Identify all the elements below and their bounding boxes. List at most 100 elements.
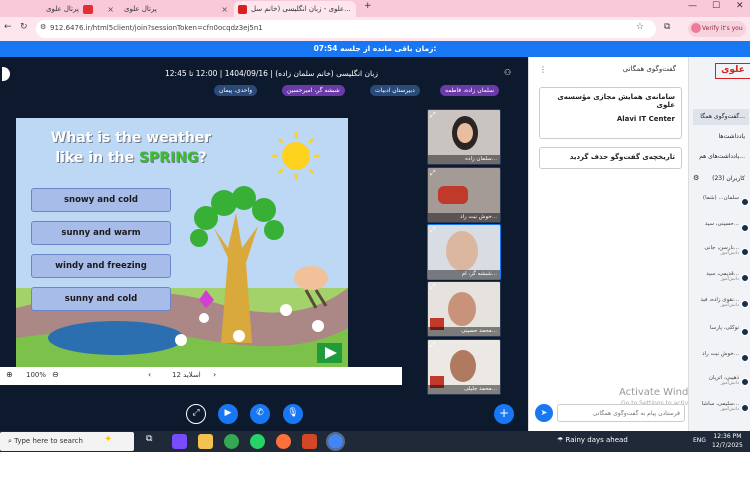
close-icon[interactable]: × [355,5,356,14]
video-tile[interactable]: ⤢ خوش نیت راد... [427,167,501,223]
camera-button[interactable]: ▶ [218,404,238,424]
user-item[interactable]: خوش نیت راد... [693,351,749,373]
timer-value: 07:54 [313,44,338,53]
extensions-icon[interactable]: ⧉ [664,22,670,32]
video-tile[interactable]: ⤢ سلمان زاده... [427,109,501,165]
video-tile[interactable]: ⤢ محمد حسینی... [427,281,501,337]
user-role: دانش‌آموز [720,407,739,412]
browser-tab[interactable]: پرتال علوی × [120,1,232,17]
video-tile[interactable]: ⤢ محمد جلیلی... [427,339,501,395]
verify-button[interactable]: Verify it's you [688,21,746,37]
user-name: توکلی، پارسا [709,325,739,331]
user-item[interactable]: سلمان... (شما) [693,195,749,217]
slide-toolbar: ⊕ 100% ⊖ ‹ اسلاید 12 › [0,367,402,385]
browser-tab-active[interactable]: علوی - زبان انگلیسی (خانم سل... × [234,1,356,17]
prev-slide-icon[interactable]: › [213,370,216,379]
answer-option[interactable]: windy and freezing [31,254,171,278]
new-tab-button[interactable]: + [364,1,372,11]
user-item[interactable]: ذهیبی، آتریان دانش‌آموز [693,375,749,397]
actions-button[interactable]: + [494,404,514,424]
site-info-icon[interactable]: ⚙ [40,23,46,31]
shared-notes-item[interactable]: یادداشت‌های هم... [693,153,749,160]
user-name: حسینی، سید... [704,221,739,227]
answer-option[interactable]: sunny and cold [31,287,171,311]
welcome-text: Alavi IT Center [616,115,675,123]
send-button[interactable]: ➤ [535,404,553,422]
powerpoint-icon[interactable] [302,434,317,449]
notes-item[interactable]: یادداشت‌ها [693,133,749,140]
microphone-button[interactable]: 🎙 [283,404,303,424]
refresh-icon[interactable]: ↻ [20,22,28,32]
phone-button[interactable]: ✆ [250,404,270,424]
user-role: دانش‌آموز [720,251,739,256]
firefox-icon[interactable] [276,434,291,449]
language-indicator[interactable]: ENG [693,437,706,444]
user-item[interactable]: بارسن، جانی... دانش‌آموز [693,245,749,267]
close-icon[interactable]: × [221,5,228,14]
clock[interactable]: 12:36 PM 12/7/2025 [712,432,743,450]
slide-title-line: like in the [55,150,139,166]
whatsapp-icon[interactable] [250,434,265,449]
expand-icon[interactable]: ⤢ [430,283,436,292]
tab-title: علوی - زبان انگلیسی (خانم سل... [251,5,351,13]
users-panel: علوی گفت‌وگوی همگا... یادداشت‌ها یادداشت… [688,57,750,431]
user-item[interactable]: توکلی، پارسا [693,325,749,347]
avatar [741,378,749,386]
public-chat-item[interactable]: گفت‌وگوی همگا... [693,109,749,125]
file-explorer-icon[interactable] [198,434,213,449]
answer-option[interactable]: snowy and cold [31,188,171,212]
avatar [741,328,749,336]
weather-widget[interactable]: ☂ Rainy days ahead [557,436,628,444]
zoom-in-icon[interactable]: ⊕ [6,370,13,379]
url-input[interactable]: ⚙ 912.6476.ir/html5client/join?sessionTo… [36,20,656,38]
browser-tab[interactable]: پرتال علوی × [42,1,118,17]
url-text: 912.6476.ir/html5client/join?sessionToke… [50,24,263,32]
alavi-logo: علوی [715,63,750,79]
user-role: دانش‌آموز [720,381,739,386]
user-item[interactable]: سلیمی، ساشا... دانش‌آموز [693,401,749,423]
avatar [741,300,749,308]
expand-icon[interactable]: ⤢ [430,169,436,178]
slide-select[interactable]: اسلاید 12 [172,371,201,379]
camera-icon: ▶ [224,408,232,418]
participant-name: شبشه گر، ام... [428,270,500,279]
users-icon[interactable]: ⚇ [504,68,511,77]
chat-input[interactable] [557,404,685,422]
minimize-button[interactable]: — [688,1,697,11]
zoom-value: 100% [26,371,47,379]
star-icon[interactable]: ☆ [636,22,644,32]
close-window-button[interactable]: ✕ [736,1,744,11]
taskbar-search[interactable]: ⌕ Type here to search [0,432,134,451]
expand-icon[interactable]: ⤢ [430,226,436,235]
more-options-icon[interactable]: ⋮ [539,65,547,74]
participant-chip[interactable]: دبیرستان ادبیات [370,85,420,96]
video-tile-active[interactable]: ⤢ شبشه گر، ام... [427,224,501,280]
answer-option[interactable]: sunny and warm [31,221,171,245]
copilot-icon[interactable] [172,434,187,449]
address-bar-row: ← ↻ ⚙ 912.6476.ir/html5client/join?sessi… [0,17,750,41]
video-feed [438,186,468,204]
expand-icon[interactable]: ⤢ [430,111,436,120]
search-highlight-icon[interactable]: ✦ [104,434,112,445]
zoom-out-icon[interactable]: ⊖ [52,370,59,379]
maximize-button[interactable]: ☐ [712,1,720,11]
expand-icon[interactable]: ⤢ [430,341,436,350]
settings-icon[interactable]: ⚙ [693,174,699,182]
collapse-handle[interactable] [2,67,10,81]
chip-label: سلمان زاده، فاطمه [445,87,495,94]
task-view-icon[interactable]: ⧉ [146,434,152,444]
user-item[interactable]: حسینی، سید... [693,221,749,243]
chrome-icon[interactable] [224,434,239,449]
close-icon[interactable]: × [107,5,114,14]
user-item[interactable]: قدیمی، سید... دانش‌آموز [693,271,749,293]
back-icon[interactable]: ← [4,22,12,32]
participant-chip[interactable]: شبشه گر، امیرحسین [282,85,345,96]
slide-title-line: What is the weather [50,130,212,146]
next-slide-icon[interactable]: ‹ [148,370,151,379]
welcome-text: سامانه‌ی همایش مجازی مؤسسه‌ی علوی [557,93,675,109]
participant-chip[interactable]: واحدی، پیمان [214,85,258,96]
chrome-active-icon[interactable] [326,432,345,451]
user-item[interactable]: نقوی زاده، فید... دانش‌آموز [693,297,749,319]
share-screen-button[interactable]: ⤢ [186,404,206,424]
presenter-chip[interactable]: سلمان زاده، فاطمه [440,85,500,96]
